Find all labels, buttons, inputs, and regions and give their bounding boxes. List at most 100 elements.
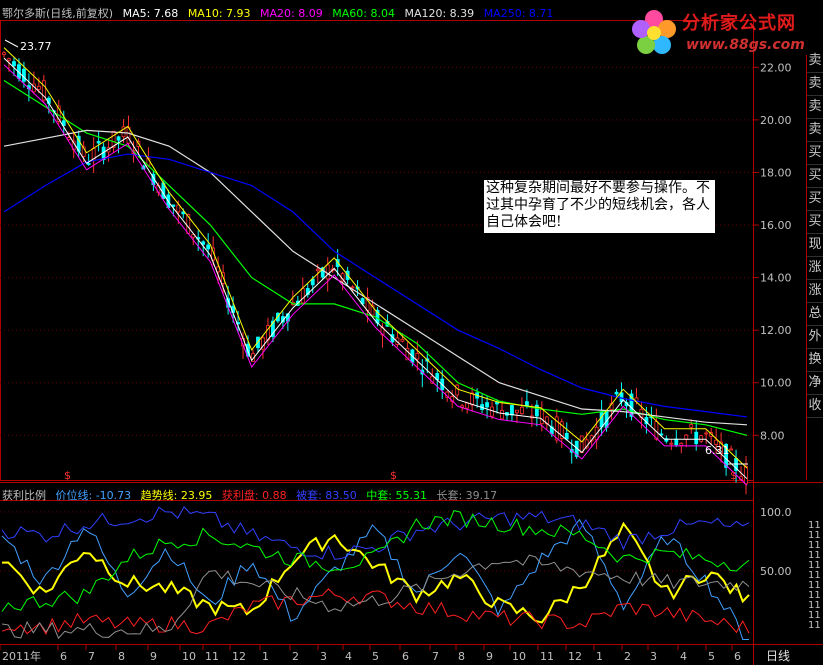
candle-body: [455, 384, 460, 396]
flower-logo-icon: [632, 10, 676, 54]
event-marker-icon: $: [730, 469, 737, 482]
candle-body: [525, 401, 529, 406]
ma120-legend: MA120: 8.39: [404, 7, 475, 20]
side-panel-item[interactable]: 收: [807, 395, 823, 418]
short-ma-line: [3, 64, 748, 486]
side-panel-item[interactable]: 净: [807, 372, 823, 395]
low-price-label: 6.31: [705, 444, 730, 457]
site-logo[interactable]: 分析家公式网 www.88gs.com: [626, 3, 822, 65]
mid-trapped-legend: 中套: 55.31: [366, 489, 427, 502]
x-tick-label: 2: [292, 650, 299, 663]
candle-body: [694, 431, 699, 445]
price-tick-label: 12.00: [760, 324, 792, 337]
x-tick-label: 6: [60, 650, 67, 663]
trend-line-legend: 趋势线: 23.95: [140, 489, 213, 502]
indicator-tick-label: 50.00: [760, 565, 792, 578]
x-tick-label: 4: [345, 650, 352, 663]
candle-body: [669, 442, 674, 445]
side-panel-item[interactable]: 买: [807, 211, 823, 234]
candle-body: [510, 405, 514, 416]
x-tick-label: 7: [88, 650, 95, 663]
x-tick-label: 2011年: [2, 649, 41, 663]
price-tick-label: 8.00: [760, 429, 785, 442]
candle-body: [415, 353, 420, 360]
x-tick-label: 5: [708, 650, 715, 663]
trapped-legend: 被套: 83.50: [296, 489, 357, 502]
candle-body: [22, 68, 26, 82]
side-panel-item[interactable]: 买: [807, 142, 823, 165]
profit-legend: 获利盘: 0.88: [221, 489, 287, 502]
side-panel-item[interactable]: 卖: [807, 119, 823, 142]
x-tick-label: 3: [320, 650, 327, 663]
x-tick-label: 8: [118, 650, 125, 663]
x-tick-label: 6: [734, 650, 741, 663]
side-panel-item[interactable]: 总: [807, 303, 823, 326]
x-tick-label: 2: [624, 650, 631, 663]
candle-body: [400, 339, 405, 342]
side-panel-item[interactable]: 买: [807, 188, 823, 211]
stock-title: 鄂尔多斯(日线,前复权): [2, 7, 114, 20]
candle-body: [465, 402, 470, 409]
candle-body: [679, 442, 684, 446]
indicator-tick-label: 100.0: [760, 506, 792, 519]
event-marker-icon: $: [390, 469, 397, 482]
candle-body: [96, 141, 101, 144]
candle-body: [485, 402, 489, 408]
side-panel-item[interactable]: 现: [807, 234, 823, 257]
candle-body: [689, 424, 694, 428]
candle-body: [300, 288, 305, 304]
candle-body: [176, 204, 181, 213]
side-panel-item[interactable]: 涨: [807, 280, 823, 303]
logo-url: www.88gs.com: [686, 37, 805, 53]
x-tick-label: 1: [596, 650, 603, 663]
side-panel-item[interactable]: 外: [807, 326, 823, 349]
price-tick-label: 14.00: [760, 272, 792, 285]
x-tick-label: 9: [486, 650, 493, 663]
candle-body: [7, 58, 11, 61]
x-tick-label: 1: [262, 650, 269, 663]
candle-body: [699, 435, 704, 442]
candle-body: [539, 408, 544, 425]
candle-body: [684, 434, 689, 440]
x-tick-label: 11: [205, 650, 219, 663]
candle-body: [614, 391, 619, 395]
candle-body: [500, 410, 504, 420]
ma250-legend: MA250: 8.71: [483, 7, 554, 20]
candle-body: [744, 466, 748, 485]
candle-body: [116, 136, 121, 141]
long-trapped-legend: 长套: 39.17: [436, 489, 498, 502]
side-panel-item[interactable]: 卖: [807, 50, 823, 73]
candle-body: [515, 409, 519, 414]
candle-body: [315, 268, 320, 272]
x-tick-label: 7: [432, 650, 439, 663]
side-panel-item[interactable]: 买: [807, 165, 823, 188]
candle-body: [674, 438, 679, 446]
side-panel-item[interactable]: 卖: [807, 73, 823, 96]
candle-body: [325, 264, 330, 280]
x-tick-label: 10: [512, 650, 526, 663]
candle-body: [490, 406, 494, 417]
candle-body: [729, 448, 733, 451]
x-tick-label: 5: [372, 650, 379, 663]
price-line-legend: 价位线: -10.73: [55, 489, 132, 502]
side-panel-item[interactable]: 卖: [807, 96, 823, 119]
side-panel-item[interactable]: 涨: [807, 257, 823, 280]
event-marker-icon: $: [64, 469, 71, 482]
candle-body: [520, 406, 524, 415]
candle-body: [564, 432, 569, 440]
candle-body: [599, 411, 604, 428]
x-tick-label: 8: [458, 650, 465, 663]
high-price-arrow: [4, 39, 19, 48]
side-panel-item[interactable]: 换: [807, 349, 823, 372]
ma10-legend: MA10: 7.93: [187, 7, 251, 20]
candle-body: [470, 392, 475, 406]
candle-body: [350, 286, 355, 289]
indicator-axis-label: 11: [808, 620, 821, 631]
ma60-legend: MA60: 8.04: [332, 7, 395, 20]
ma20-legend: MA20: 8.09: [260, 7, 323, 20]
indicator-line: [1, 588, 750, 636]
x-tick-label: 6: [402, 650, 409, 663]
candle-body: [12, 61, 16, 67]
candle-body: [86, 163, 91, 165]
x-tick-label: 12: [232, 650, 246, 663]
